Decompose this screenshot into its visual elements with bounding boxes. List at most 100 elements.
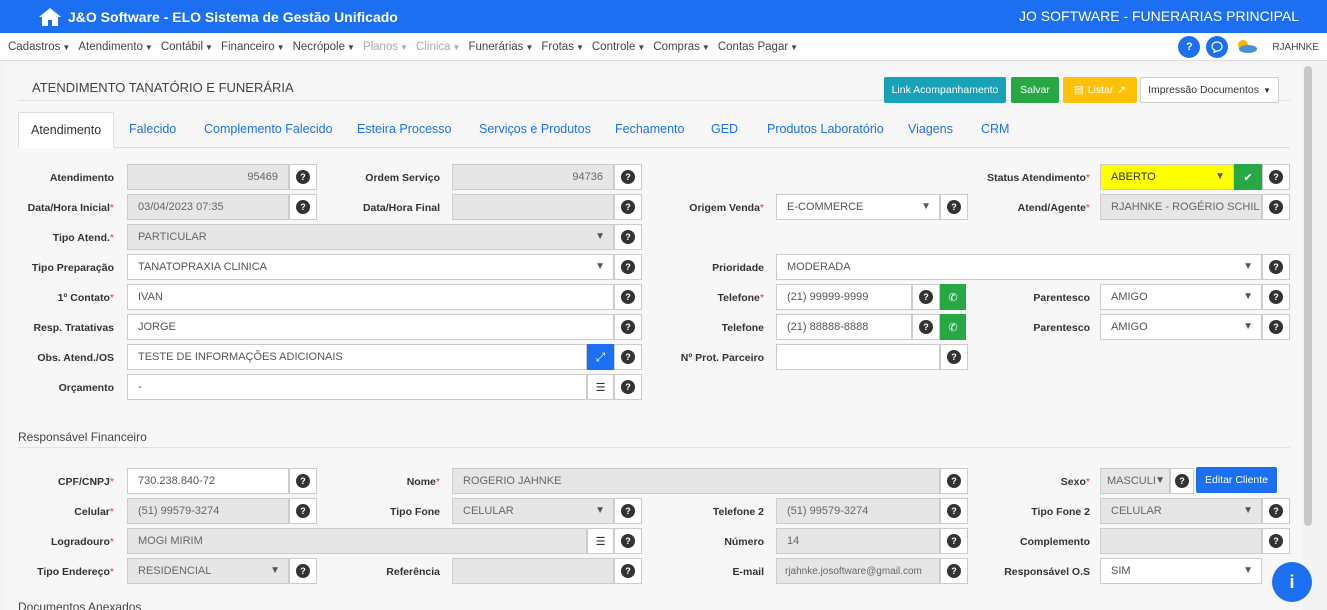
help-icon[interactable]: ? <box>289 468 317 494</box>
check-icon[interactable]: ✔ <box>1234 164 1262 190</box>
whatsapp-icon[interactable]: ✆ <box>940 284 966 310</box>
prot-parceiro-field[interactable] <box>776 344 940 370</box>
list-icon[interactable]: ☰ <box>587 374 614 400</box>
primeiro-contato-field[interactable]: IVAN <box>127 284 614 310</box>
menu-atendimento[interactable]: Atendimento ▼ <box>78 41 153 53</box>
help-icon[interactable]: ? <box>289 498 317 524</box>
menu-funerarias[interactable]: Funerárias ▼ <box>468 41 533 53</box>
info-icon[interactable]: i <box>1272 562 1312 602</box>
home-icon[interactable] <box>38 7 62 27</box>
cpf-cnpj-field[interactable]: 730.238.840-72 <box>127 468 289 494</box>
tipo-endereco-select[interactable]: RESIDENCIAL ▼ <box>127 558 289 584</box>
prioridade-select[interactable]: MODERADA ▼ <box>776 254 1262 280</box>
tipo-atend-select[interactable]: PARTICULAR ▼ <box>127 224 614 250</box>
referencia-field[interactable] <box>452 558 614 584</box>
menu-controle[interactable]: Controle ▼ <box>592 41 645 53</box>
ordem-servico-field[interactable]: 94736 <box>452 164 614 190</box>
email-field[interactable]: rjahnke.josoftware@gmail.com <box>776 558 940 584</box>
help-icon[interactable]: ? <box>614 344 642 370</box>
help-icon[interactable]: ? <box>1262 194 1290 220</box>
help-icon[interactable]: ? <box>1262 284 1290 310</box>
menu-contabil[interactable]: Contábil ▼ <box>161 41 213 53</box>
tab-viagens[interactable]: Viagens <box>908 112 953 148</box>
parentesco-2-select[interactable]: AMIGO ▼ <box>1100 314 1262 340</box>
status-atendimento-select[interactable]: ABERTO ▼ <box>1100 164 1234 190</box>
help-icon[interactable]: ? <box>1262 498 1290 524</box>
help-icon[interactable]: ? <box>614 558 642 584</box>
help-icon[interactable]: ? <box>614 284 642 310</box>
edit-client-button[interactable]: Editar Cliente <box>1196 467 1277 493</box>
data-inicial-field[interactable]: 03/04/2023 07:35 <box>127 194 289 220</box>
expand-icon[interactable]: ⤢ <box>587 344 614 370</box>
numero-field[interactable]: 14 <box>776 528 940 554</box>
menu-cadastros[interactable]: Cadastros ▼ <box>8 41 70 53</box>
help-icon[interactable]: ? <box>614 254 642 280</box>
orcamento-field[interactable]: - <box>127 374 587 400</box>
help-icon[interactable]: ? <box>912 314 940 340</box>
scrollbar[interactable] <box>1304 66 1312 526</box>
obs-atend-field[interactable]: TESTE DE INFORMAÇÕES ADICIONAIS <box>127 344 587 370</box>
complemento-field[interactable] <box>1100 528 1262 554</box>
help-icon[interactable]: ? <box>940 498 968 524</box>
data-final-field[interactable] <box>452 194 614 220</box>
atendimento-field[interactable]: 95469 <box>127 164 289 190</box>
menu-clinica[interactable]: Clinica ▼ <box>416 41 460 53</box>
tipo-preparacao-select[interactable]: TANATOPRAXIA CLINICA ▼ <box>127 254 614 280</box>
tab-esteira-processo[interactable]: Esteira Processo <box>357 112 451 148</box>
tab-produtos-laboratorio[interactable]: Produtos Laboratório <box>767 112 884 148</box>
nome-field[interactable]: ROGERIO JAHNKE <box>452 468 940 494</box>
help-icon[interactable]: ? <box>1262 314 1290 340</box>
list-button[interactable]: ▤ Listar ↗ <box>1063 77 1137 103</box>
tab-falecido[interactable]: Falecido <box>129 112 176 148</box>
help-icon[interactable]: ? <box>1262 528 1290 554</box>
help-icon[interactable]: ? <box>614 164 642 190</box>
save-button[interactable]: Salvar <box>1011 77 1059 103</box>
help-icon[interactable]: ? <box>289 164 317 190</box>
tab-fechamento[interactable]: Fechamento <box>615 112 684 148</box>
help-icon[interactable]: ? <box>1170 468 1194 494</box>
telefone-field[interactable]: (21) 99999-9999 <box>776 284 912 310</box>
print-documents-dropdown[interactable]: Impressão Documentos ▼ <box>1140 77 1279 103</box>
origem-venda-select[interactable]: E-COMMERCE ▼ <box>776 194 940 220</box>
help-icon[interactable]: ? <box>614 528 642 554</box>
help-icon[interactable]: ? <box>289 558 317 584</box>
tipo-fone-2-select[interactable]: CELULAR ▼ <box>1100 498 1262 524</box>
help-icon[interactable]: ? <box>289 194 317 220</box>
help-icon[interactable]: ? <box>912 284 940 310</box>
tab-crm[interactable]: CRM <box>981 112 1009 148</box>
help-icon[interactable]: ? <box>940 468 968 494</box>
celular-field[interactable]: (51) 99579-3274 <box>127 498 289 524</box>
help-icon[interactable]: ? <box>940 528 968 554</box>
tab-complemento-falecido[interactable]: Complemento Falecido <box>204 112 333 148</box>
telefone-2-field[interactable]: (21) 88888-8888 <box>776 314 912 340</box>
tipo-fone-select[interactable]: CELULAR ▼ <box>452 498 614 524</box>
chat-icon[interactable] <box>1206 36 1229 58</box>
help-icon[interactable]: ? <box>940 558 968 584</box>
menu-contas-pagar[interactable]: Contas Pagar ▼ <box>718 41 798 53</box>
help-icon[interactable]: ? <box>1262 254 1290 280</box>
agente-field[interactable]: RJAHNKE - ROGÉRIO SCHIL <box>1100 194 1262 220</box>
logradouro-field[interactable]: MOGI MIRIM <box>127 528 587 554</box>
parentesco-select[interactable]: AMIGO ▼ <box>1100 284 1262 310</box>
menu-financeiro[interactable]: Financeiro ▼ <box>221 41 285 53</box>
whatsapp-icon[interactable]: ✆ <box>940 314 966 340</box>
menu-necropole[interactable]: Necrópole ▼ <box>293 41 355 53</box>
tab-servicos-produtos[interactable]: Serviços e Produtos <box>479 112 591 148</box>
help-icon[interactable]: ? <box>614 224 642 250</box>
help-icon[interactable]: ? <box>940 194 968 220</box>
help-icon[interactable]: ? <box>1262 164 1290 190</box>
sexo-select[interactable]: MASCULI ▼ <box>1100 468 1170 494</box>
help-icon[interactable]: ? <box>614 194 642 220</box>
help-icon[interactable]: ? <box>1178 36 1201 58</box>
telefone-2-field[interactable]: (51) 99579-3274 <box>776 498 940 524</box>
menu-frotas[interactable]: Frotas ▼ <box>541 41 584 53</box>
user-name[interactable]: RJAHNKE <box>1272 42 1319 53</box>
responsavel-os-select[interactable]: SIM ▼ <box>1100 558 1262 584</box>
help-icon[interactable]: ? <box>940 344 968 370</box>
help-icon[interactable]: ? <box>614 314 642 340</box>
tab-ged[interactable]: GED <box>711 112 738 148</box>
list-icon[interactable]: ☰ <box>587 528 614 554</box>
resp-tratativas-field[interactable]: JORGE <box>127 314 614 340</box>
help-icon[interactable]: ? <box>614 374 642 400</box>
help-icon[interactable]: ? <box>614 498 642 524</box>
